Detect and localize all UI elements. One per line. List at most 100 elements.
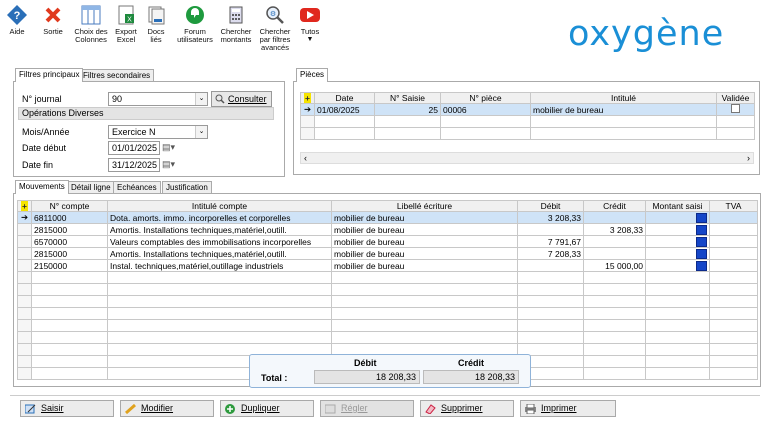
col-intitule[interactable]: Intitulé bbox=[530, 92, 717, 104]
col-compte[interactable]: N° compte bbox=[31, 200, 108, 212]
table-row[interactable]: 2815000 Amortis. Installations technique… bbox=[17, 223, 758, 236]
tab-pieces[interactable]: Pièces bbox=[296, 68, 329, 82]
col-intitule-compte[interactable]: Intitulé compte bbox=[107, 200, 332, 212]
cell-intitule-compte[interactable]: Amortis. Installations techniques,matéri… bbox=[107, 223, 332, 236]
start-date-field[interactable]: 01/01/2025 bbox=[108, 141, 160, 155]
period-select[interactable]: Exercice N ⌄ bbox=[108, 125, 208, 139]
cell-tva[interactable] bbox=[709, 235, 758, 248]
cell-tva[interactable] bbox=[709, 247, 758, 260]
journal-select[interactable]: 90 ⌄ bbox=[108, 92, 208, 106]
cell-libelle[interactable]: mobilier de bureau bbox=[331, 223, 518, 236]
tab-mouvements[interactable]: Mouvements bbox=[15, 180, 69, 194]
cell-credit[interactable] bbox=[583, 235, 646, 248]
col-date[interactable]: Date bbox=[314, 92, 375, 104]
cell-compte[interactable]: 2815000 bbox=[31, 247, 108, 260]
cell-intitule[interactable]: mobilier de bureau bbox=[530, 103, 717, 116]
tutorials-dropdown-icon[interactable]: ▼ bbox=[298, 36, 322, 44]
columns-button[interactable]: Choix des Colonnes bbox=[74, 4, 108, 44]
cell-compte[interactable]: 2815000 bbox=[31, 223, 108, 236]
help-label: Aide bbox=[9, 27, 25, 36]
cell-intitule-compte[interactable]: Instal. techniques,matériel,outillage in… bbox=[107, 259, 332, 272]
search-amounts-button[interactable]: Chercher montants bbox=[218, 4, 254, 44]
globe-icon[interactable] bbox=[696, 224, 707, 235]
cell-tva[interactable] bbox=[709, 223, 758, 236]
col-saisie[interactable]: N° Saisie bbox=[374, 92, 441, 104]
regler-button[interactable]: Régler bbox=[320, 400, 414, 417]
cell-libelle[interactable]: mobilier de bureau bbox=[331, 235, 518, 248]
tutorials-button[interactable]: Tutos ▼ bbox=[298, 4, 322, 44]
cell-intitule-compte[interactable]: Valeurs comptables des immobilisations i… bbox=[107, 235, 332, 248]
docs-button[interactable]: Docs liés bbox=[144, 4, 168, 44]
search-icon bbox=[215, 94, 225, 104]
globe-icon[interactable] bbox=[696, 248, 707, 259]
cell-debit[interactable]: 3 208,33 bbox=[517, 211, 584, 224]
cell-date[interactable]: 01/08/2025 bbox=[314, 103, 375, 116]
table-row[interactable]: 6570000 Valeurs comptables des immobilis… bbox=[17, 235, 758, 248]
cell-compte[interactable]: 6811000 bbox=[31, 211, 108, 224]
supprimer-button[interactable]: Supprimer bbox=[420, 400, 514, 417]
cell-debit[interactable] bbox=[517, 223, 584, 236]
add-row-icon[interactable]: + bbox=[17, 200, 32, 212]
cell-libelle[interactable]: mobilier de bureau bbox=[331, 259, 518, 272]
cell-credit[interactable]: 3 208,33 bbox=[583, 223, 646, 236]
cell-libelle[interactable]: mobilier de bureau bbox=[331, 247, 518, 260]
col-tva[interactable]: TVA bbox=[709, 200, 758, 212]
cell-montant-saisi[interactable] bbox=[645, 223, 710, 236]
cell-montant-saisi[interactable] bbox=[645, 211, 710, 224]
chevron-down-icon[interactable]: ⌄ bbox=[195, 93, 207, 105]
col-libelle[interactable]: Libellé écriture bbox=[331, 200, 518, 212]
col-piece[interactable]: N° pièce bbox=[440, 92, 531, 104]
col-credit[interactable]: Crédit bbox=[583, 200, 646, 212]
cell-credit[interactable] bbox=[583, 211, 646, 224]
cell-debit[interactable]: 7 791,67 bbox=[517, 235, 584, 248]
table-row[interactable]: 2815000 Amortis. Installations technique… bbox=[17, 247, 758, 260]
cell-libelle[interactable]: mobilier de bureau bbox=[331, 211, 518, 224]
cell-debit[interactable]: 7 208,33 bbox=[517, 247, 584, 260]
cell-debit[interactable] bbox=[517, 259, 584, 272]
cell-intitule-compte[interactable]: Amortis. Installations techniques,matéri… bbox=[107, 247, 332, 260]
scroll-right-icon[interactable]: › bbox=[747, 153, 750, 163]
cell-compte[interactable]: 2150000 bbox=[31, 259, 108, 272]
cell-compte[interactable]: 6570000 bbox=[31, 235, 108, 248]
dupliquer-button[interactable]: Dupliquer bbox=[220, 400, 314, 417]
scroll-left-icon[interactable]: ‹ bbox=[304, 153, 307, 163]
cell-montant-saisi[interactable] bbox=[645, 247, 710, 260]
horizontal-scrollbar[interactable]: ‹ › bbox=[300, 152, 754, 164]
imprimer-button[interactable]: Imprimer bbox=[520, 400, 616, 417]
tab-filtres-principaux[interactable]: Filtres principaux bbox=[15, 68, 84, 82]
exit-button[interactable]: Sortie bbox=[40, 4, 66, 36]
globe-icon[interactable] bbox=[696, 236, 707, 247]
advanced-search-button[interactable]: ⚙ Chercher par filtres avancés bbox=[257, 4, 293, 52]
table-row[interactable]: ➔ 01/08/2025 25 00006 mobilier de bureau bbox=[300, 103, 755, 116]
table-row[interactable]: ➔ 6811000 Dota. amorts. immo. incorporel… bbox=[17, 211, 758, 224]
cell-piece[interactable]: 00006 bbox=[440, 103, 531, 116]
calendar-icon[interactable]: ▤▾ bbox=[162, 159, 175, 170]
modifier-button[interactable]: Modifier bbox=[120, 400, 214, 417]
end-date-field[interactable]: 31/12/2025 bbox=[108, 158, 160, 172]
globe-icon[interactable] bbox=[696, 260, 707, 271]
cell-credit[interactable] bbox=[583, 247, 646, 260]
export-excel-button[interactable]: X Export Excel bbox=[112, 4, 140, 44]
cell-montant-saisi[interactable] bbox=[645, 235, 710, 248]
add-row-icon[interactable]: + bbox=[300, 92, 315, 104]
calendar-icon[interactable]: ▤▾ bbox=[162, 142, 175, 153]
table-row[interactable]: 2150000 Instal. techniques,matériel,outi… bbox=[17, 259, 758, 272]
col-debit[interactable]: Débit bbox=[517, 200, 584, 212]
col-validee[interactable]: Validée bbox=[716, 92, 755, 104]
cell-saisie[interactable]: 25 bbox=[374, 103, 441, 116]
col-montant-saisi[interactable]: Montant saisi bbox=[645, 200, 710, 212]
consult-button[interactable]: Consulter bbox=[211, 91, 272, 107]
export-excel-label: Export Excel bbox=[115, 27, 137, 44]
cell-tva[interactable] bbox=[709, 211, 758, 224]
cell-montant-saisi[interactable] bbox=[645, 259, 710, 272]
globe-icon[interactable] bbox=[696, 212, 707, 223]
chevron-down-icon[interactable]: ⌄ bbox=[195, 126, 207, 138]
help-button[interactable]: ? Aide bbox=[4, 4, 30, 36]
forum-button[interactable]: Forum utilisateurs bbox=[176, 4, 214, 44]
validated-checkbox[interactable] bbox=[716, 103, 755, 116]
tutorials-label: Tutos bbox=[300, 27, 320, 36]
cell-tva[interactable] bbox=[709, 259, 758, 272]
cell-credit[interactable]: 15 000,00 bbox=[583, 259, 646, 272]
saisir-button[interactable]: Saisir bbox=[20, 400, 114, 417]
cell-intitule-compte[interactable]: Dota. amorts. immo. incorporelles et cor… bbox=[107, 211, 332, 224]
